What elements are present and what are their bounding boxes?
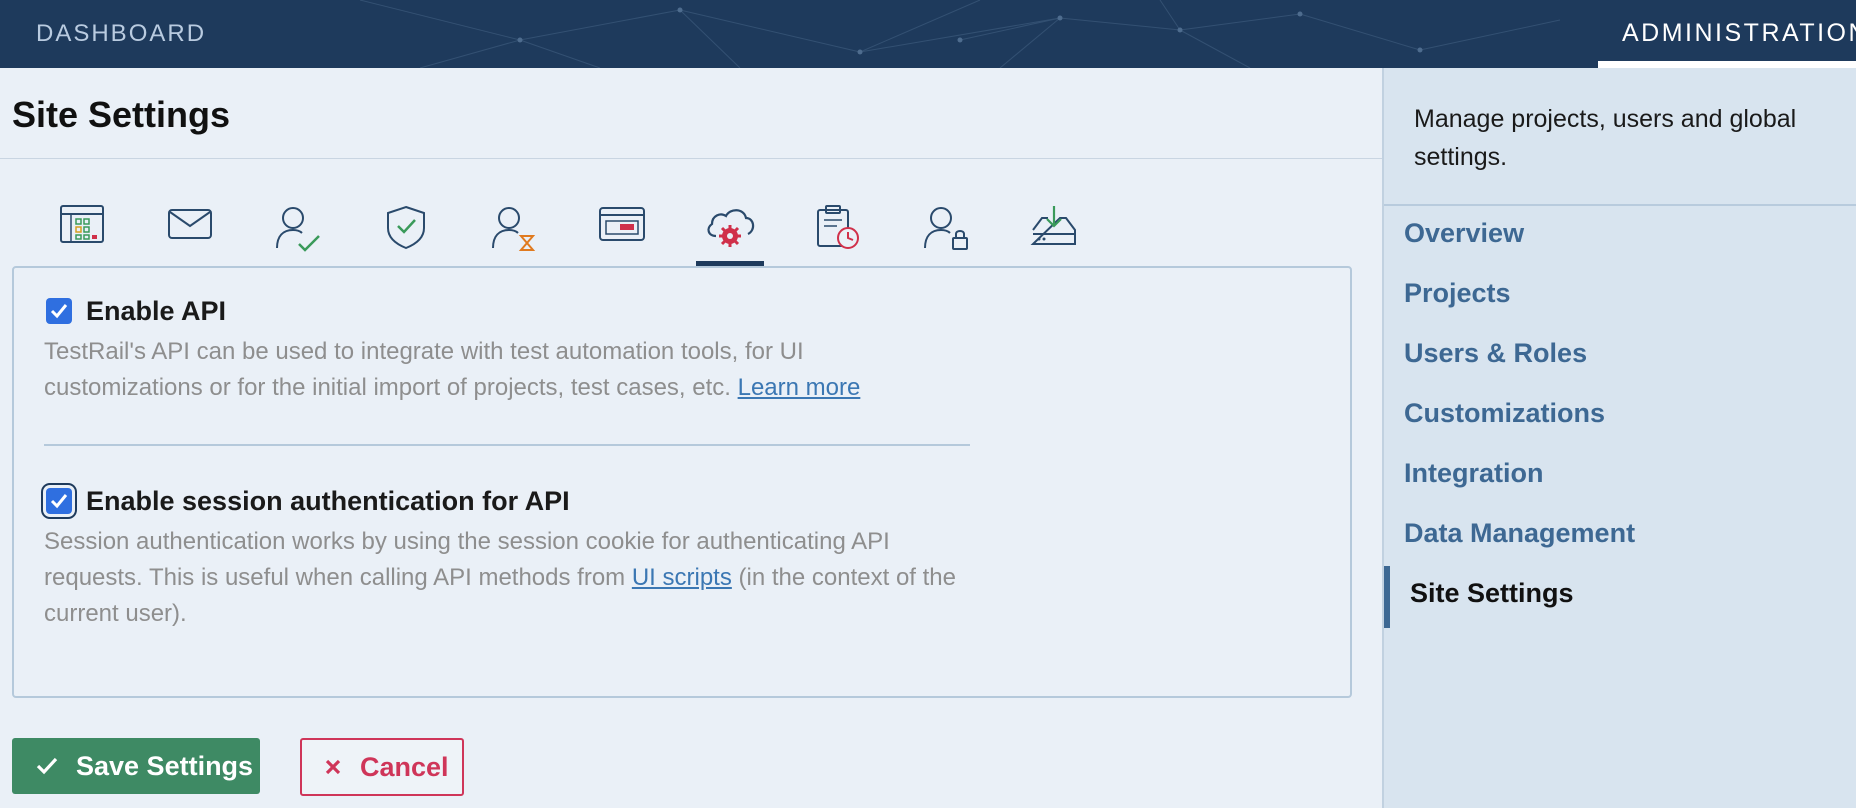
tab-security[interactable]: [372, 204, 440, 266]
tab-backup[interactable]: [1020, 204, 1088, 266]
tab-user-interface[interactable]: [588, 204, 656, 266]
api-settings-panel: Enable API TestRail's API can be used to…: [12, 266, 1352, 698]
session-auth-label[interactable]: Enable session authentication for API: [86, 486, 570, 517]
tab-user-access[interactable]: [264, 204, 332, 266]
email-icon: [168, 209, 212, 239]
sidebar-divider: [1384, 204, 1856, 206]
user-check-icon: [276, 207, 320, 252]
sidebar-item-integration[interactable]: Integration: [1404, 458, 1544, 489]
session-auth-checkbox[interactable]: [46, 488, 72, 514]
cancel-label: Cancel: [360, 751, 449, 782]
enable-api-checkbox[interactable]: [46, 298, 72, 324]
close-icon: [325, 759, 341, 775]
sidebar-item-data-management[interactable]: Data Management: [1404, 518, 1635, 549]
administration-nav-label: ADMINISTRATION: [1622, 19, 1856, 47]
user-hourglass-icon: [492, 207, 536, 251]
main-content: Site Settings Enable API TestRail's API …: [0, 68, 1382, 808]
tab-overview[interactable]: [48, 204, 116, 266]
session-auth-description: Session authentication works by using th…: [44, 524, 964, 632]
clipboard-clock-icon: [817, 205, 859, 249]
page-title: Site Settings: [12, 94, 231, 135]
sidebar-active-indicator: [1384, 566, 1390, 628]
top-navigation-bar: DASHBOARD ADMINISTRATION: [0, 0, 1856, 68]
learn-more-link[interactable]: Learn more: [738, 374, 861, 401]
administration-nav-tab[interactable]: ADMINISTRATION: [1598, 0, 1856, 68]
tab-login[interactable]: [912, 204, 980, 266]
ui-scripts-link[interactable]: UI scripts: [632, 564, 732, 591]
header-network-pattern: [359, 0, 1561, 68]
sidebar-item-customizations[interactable]: Customizations: [1404, 398, 1605, 429]
enable-api-label[interactable]: Enable API: [86, 296, 226, 327]
inbox-download-icon: [1030, 206, 1076, 245]
active-tab-underline: [1598, 61, 1856, 68]
title-divider: [0, 158, 1382, 159]
overview-grid-icon: [60, 205, 104, 243]
sidebar-description: Manage projects, users and global settin…: [1414, 105, 1797, 171]
shield-check-icon: [387, 205, 425, 250]
cloud-gear-icon: [707, 209, 755, 247]
checkmark-icon: [36, 757, 58, 775]
tab-scheduling[interactable]: [804, 204, 872, 266]
option-divider: [44, 444, 970, 446]
checkmark-icon: [50, 304, 68, 319]
admin-sidebar: Manage projects, users and global settin…: [1382, 68, 1856, 808]
checkmark-icon: [50, 494, 68, 509]
save-settings-button[interactable]: Save Settings: [12, 738, 260, 794]
sidebar-item-site-settings[interactable]: Site Settings: [1410, 578, 1574, 609]
cancel-button[interactable]: Cancel: [300, 738, 464, 796]
enable-api-description-text: TestRail's API can be used to integrate …: [44, 338, 804, 401]
sidebar-item-users-roles[interactable]: Users & Roles: [1404, 338, 1587, 369]
enable-api-description: TestRail's API can be used to integrate …: [44, 334, 964, 406]
tab-user-timeout[interactable]: [480, 204, 548, 266]
browser-window-icon: [599, 207, 645, 241]
tab-email[interactable]: [156, 204, 224, 266]
dashboard-nav-link[interactable]: DASHBOARD: [36, 20, 206, 48]
tab-api[interactable]: [696, 204, 764, 266]
sidebar-item-projects[interactable]: Projects: [1404, 278, 1511, 309]
save-settings-label: Save Settings: [76, 750, 254, 781]
user-lock-icon: [924, 207, 968, 250]
sidebar-item-overview[interactable]: Overview: [1404, 218, 1524, 249]
